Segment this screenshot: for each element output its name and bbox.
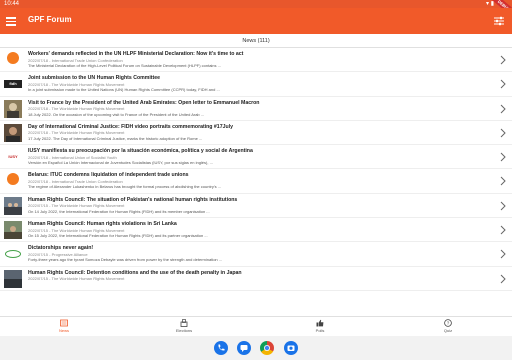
- chevron-right-icon: [500, 79, 506, 89]
- ituc-logo: [4, 172, 22, 190]
- news-snippet: Forty-three years ago the tyrant Somoza …: [28, 257, 223, 263]
- chevron-right-icon: [500, 177, 506, 186]
- news-title: Human Rights Council: Detention conditio…: [28, 269, 242, 276]
- news-snippet: Versión en Español La Unión Internaciona…: [28, 160, 213, 166]
- news-photo: [4, 269, 22, 288]
- app-bar: GPF Forum: [0, 8, 512, 34]
- iusy-logo: IUSY: [4, 148, 22, 166]
- news-meta: 2022/07/15 - The Worldwide Human Rights …: [28, 276, 125, 282]
- news-title: Dictatorships never again!: [28, 245, 94, 252]
- chevron-right-icon: [500, 225, 506, 235]
- news-meta: 2022/07/18 - The Worldwide Human Rights …: [28, 130, 125, 136]
- news-list: Workers' demands reflected in the UN HLP…: [0, 48, 512, 316]
- news-title: Workers' demands reflected in the UN HLP…: [28, 51, 244, 57]
- nav-polls-label: Polls: [315, 328, 325, 333]
- status-time: 10:44: [4, 1, 20, 7]
- nav-polls[interactable]: Polls: [290, 319, 350, 333]
- camera-icon[interactable]: [284, 341, 298, 355]
- news-snippet: The Ministerial Declaration of the High-…: [28, 63, 221, 68]
- chevron-right-icon: [500, 152, 506, 162]
- news-snippet: On 14 July 2022, the International Feder…: [28, 208, 210, 214]
- news-title: Day of International Criminal Justice: F…: [28, 123, 233, 130]
- news-title: Human Rights Council: The situation of P…: [28, 196, 238, 203]
- chrome-icon[interactable]: [260, 341, 274, 355]
- news-meta: 2022/07/18 - International Trade Union C…: [28, 57, 123, 63]
- chevron-right-icon: [500, 55, 506, 65]
- chevron-right-icon: [500, 201, 506, 211]
- ituc-logo: [4, 51, 22, 69]
- news-photo: [4, 123, 22, 142]
- nav-news-label: News: [58, 328, 69, 333]
- nav-news[interactable]: News: [34, 319, 94, 333]
- question-icon: ?: [444, 319, 452, 327]
- news-meta: 2022/07/18 - The Worldwide Human Rights …: [28, 81, 125, 87]
- news-meta: 2022/07/18 - The Worldwide Human Rights …: [28, 106, 125, 112]
- system-dock: [0, 336, 512, 360]
- news-item[interactable]: Human Rights Council: The situation of P…: [0, 194, 512, 219]
- news-item[interactable]: Visit to France by the President of the …: [0, 97, 512, 121]
- news-item[interactable]: IUSY IUSY manifiesta su preocupación por…: [0, 145, 512, 170]
- news-snippet: In a joint submission made to the United…: [28, 87, 220, 93]
- thumbs-up-icon: [316, 319, 324, 327]
- progressive-alliance-logo: [4, 245, 22, 263]
- chevron-right-icon: [500, 274, 506, 284]
- news-item[interactable]: Human Rights Council: Human rights viola…: [0, 218, 512, 243]
- filter-settings-icon[interactable]: [494, 15, 504, 27]
- news-snippet: The regime of Alexander Lukashenko in Be…: [28, 184, 222, 190]
- news-title: Visit to France by the President of the …: [28, 99, 260, 106]
- menu-icon[interactable]: [6, 15, 16, 27]
- chevron-right-icon: [500, 104, 506, 113]
- news-photo: [4, 196, 22, 215]
- news-title: IUSY manifiesta su preocupación por la s…: [28, 148, 253, 155]
- chevron-right-icon: [500, 250, 506, 259]
- chevron-right-icon: [500, 128, 506, 138]
- nav-quiz[interactable]: ? Quiz: [418, 319, 478, 333]
- ballot-box-icon: [180, 319, 188, 327]
- app-title: GPF Forum: [28, 15, 72, 24]
- news-item[interactable]: Day of International Criminal Justice: F…: [0, 121, 512, 146]
- news-meta: 2022/07/18 - International Union of Soci…: [28, 154, 117, 160]
- news-item[interactable]: Human Rights Council: Detention conditio…: [0, 267, 512, 291]
- news-item[interactable]: fidh Joint submission to the UN Human Ri…: [0, 72, 512, 97]
- news-item[interactable]: Belarus: ITUC condemns liquidation of in…: [0, 169, 512, 194]
- news-item[interactable]: Dictatorships never again! 2022/07/15 - …: [0, 242, 512, 267]
- news-meta: 2022/07/18 - International Trade Union C…: [28, 178, 123, 184]
- news-meta: 2022/07/15 - Progressive Alliance: [28, 251, 88, 257]
- news-snippet: On 15 July 2022, the International Feder…: [28, 233, 208, 239]
- news-count-header: News (111): [0, 34, 512, 48]
- phone-icon[interactable]: [214, 341, 228, 355]
- nav-quiz-label: Quiz: [443, 328, 453, 333]
- svg-text:?: ?: [447, 321, 450, 326]
- news-photo: [4, 221, 22, 240]
- news-snippet: 17 July 2022. The Day of International C…: [28, 135, 203, 141]
- nav-elections[interactable]: Elections: [154, 319, 214, 333]
- messages-icon[interactable]: [237, 341, 251, 355]
- news-meta: 2022/07/15 - The Worldwide Human Rights …: [28, 227, 125, 233]
- nav-elections-label: Elections: [175, 328, 193, 333]
- news-snippet: 18 July 2022. On the occasion of the upc…: [28, 111, 205, 117]
- news-photo: [4, 99, 22, 118]
- news-title: Joint submission to the UN Human Rights …: [28, 75, 161, 82]
- bottom-navigation: News Elections Polls ? Quiz: [0, 316, 512, 336]
- news-item[interactable]: Workers' demands reflected in the UN HLP…: [0, 48, 512, 73]
- fidh-logo: fidh: [4, 75, 22, 93]
- news-title: Human Rights Council: Human rights viola…: [28, 221, 177, 228]
- news-title: Belarus: ITUC condemns liquidation of in…: [28, 172, 189, 179]
- status-bar: 10:44 ▾ ▮ DEBUG: [0, 0, 512, 20]
- newspaper-icon: [60, 319, 68, 327]
- news-meta: 2022/07/15 - The Worldwide Human Rights …: [28, 203, 125, 209]
